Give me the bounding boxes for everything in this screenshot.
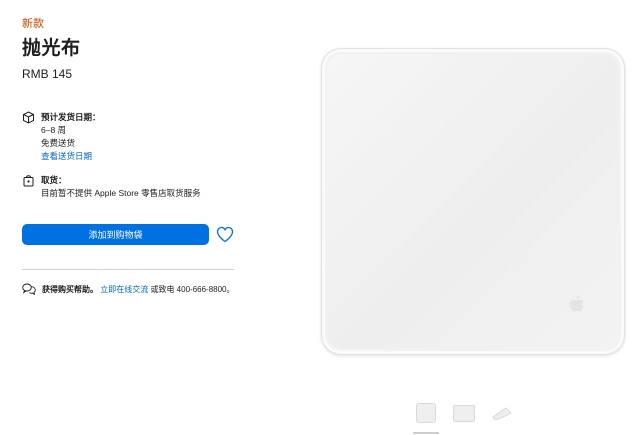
add-to-bag-button[interactable]: 添加到购物袋 <box>22 224 209 245</box>
product-title: 抛光布 <box>22 38 81 59</box>
polishing-cloth-image <box>321 48 625 355</box>
pickup-info: 取货： 目前暂不提供 Apple Store 零售店取货服务 <box>22 174 201 200</box>
shipping-header: 预计发货日期： <box>41 112 101 122</box>
apple-logo-icon <box>566 294 586 316</box>
store-bag-icon <box>22 174 35 187</box>
help-header: 获得购买帮助。 <box>42 284 98 294</box>
product-price: RMB 145 <box>22 67 73 81</box>
help-phone-text: 或致电 400-666-8800。 <box>148 284 235 294</box>
shipping-info: 预计发货日期： 6–8 周 免费送货 查看送货日期 <box>22 111 101 163</box>
pickup-text: 目前暂不提供 Apple Store 零售店取货服务 <box>41 188 201 198</box>
chat-bubbles-icon <box>22 283 36 296</box>
thumbnail-2[interactable] <box>453 402 475 424</box>
box-icon <box>22 111 35 124</box>
product-page: 新款 抛光布 RMB 145 预计发货日期： 6–8 周 免费送货 查看送货日期 <box>0 0 640 435</box>
pickup-header: 取货： <box>41 175 67 185</box>
view-delivery-dates-link[interactable]: 查看送货日期 <box>41 150 101 163</box>
new-badge: 新款 <box>22 18 44 30</box>
chat-online-link[interactable]: 立即在线交流 <box>100 285 148 294</box>
thumbnail-1[interactable] <box>413 402 439 434</box>
purchase-help: 获得购买帮助。 立即在线交流 或致电 400-666-8800。 <box>22 283 235 296</box>
shipping-free: 免费送货 <box>41 138 76 148</box>
divider <box>22 269 234 270</box>
thumbnail-strip <box>413 402 513 434</box>
product-image <box>321 48 625 355</box>
shipping-time: 6–8 周 <box>41 125 67 135</box>
thumbnail-3[interactable] <box>491 402 513 424</box>
heart-icon[interactable] <box>216 226 234 243</box>
